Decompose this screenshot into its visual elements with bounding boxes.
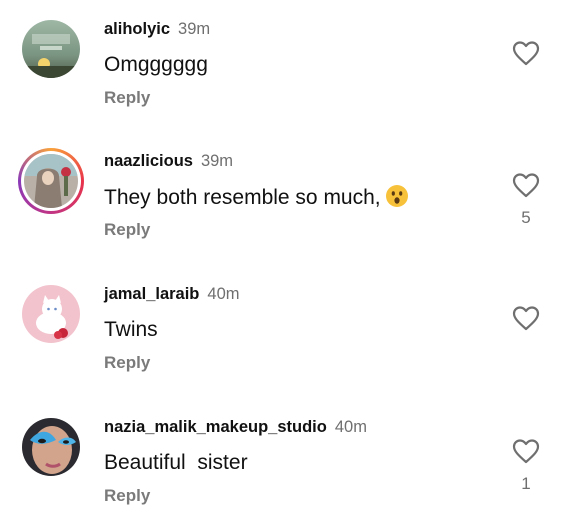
like-button[interactable] [512,40,540,66]
comment-text: They both resemble so much, [104,184,409,211]
reply-button[interactable]: Reply [104,353,150,373]
heart-icon [512,41,540,66]
like-button[interactable] [512,172,540,198]
comment-text-content: They both resemble so much, [104,186,381,209]
like-button[interactable] [512,305,540,331]
woman-hijab-avatar-icon [24,154,78,208]
comment-item: jamal_laraib 40m Twins Reply [0,265,570,375]
comment-meta: jamal_laraib 40m [104,283,240,305]
comment-item: naazlicious 39m They both resemble so muc… [0,132,570,242]
reply-button[interactable]: Reply [104,486,150,506]
white-cat-avatar-icon [22,285,80,343]
landscape-avatar-icon [22,20,80,78]
username-link[interactable]: nazia_malik_makeup_studio [104,418,327,436]
heart-icon [512,173,540,198]
user-avatar[interactable] [22,20,80,78]
like-count: 5 [521,208,531,227]
like-count: 1 [521,474,531,493]
username-link[interactable]: aliholyic [104,20,170,38]
reply-button[interactable]: Reply [104,88,150,108]
comment-text: Twins [104,318,158,341]
user-avatar[interactable] [22,418,80,476]
user-avatar[interactable] [22,285,80,343]
user-avatar-story[interactable] [18,148,84,214]
heart-icon [512,439,540,464]
heart-icon [512,306,540,331]
username-link[interactable]: jamal_laraib [104,285,199,303]
timestamp: 39m [200,152,234,170]
comment-meta: nazia_malik_makeup_studio 40m [104,416,367,438]
surprised-face-emoji-icon [385,184,409,208]
timestamp: 40m [334,418,367,436]
comment-text: Omgggggg [104,53,208,76]
comment-meta: naazlicious 39m [104,150,233,172]
like-button[interactable] [512,438,540,464]
comment-item: aliholyic 39m Omgggggg Reply [0,0,570,110]
comment-meta: aliholyic 39m [104,18,210,40]
timestamp: 39m [178,20,211,38]
makeup-eye-avatar-icon [22,418,80,476]
reply-button[interactable]: Reply [104,220,150,240]
comment-item: nazia_malik_makeup_studio 40m Beautiful s… [0,398,570,508]
username-link[interactable]: naazlicious [104,152,193,170]
timestamp: 40m [207,285,240,303]
comment-text: Beautiful sister [104,451,248,474]
